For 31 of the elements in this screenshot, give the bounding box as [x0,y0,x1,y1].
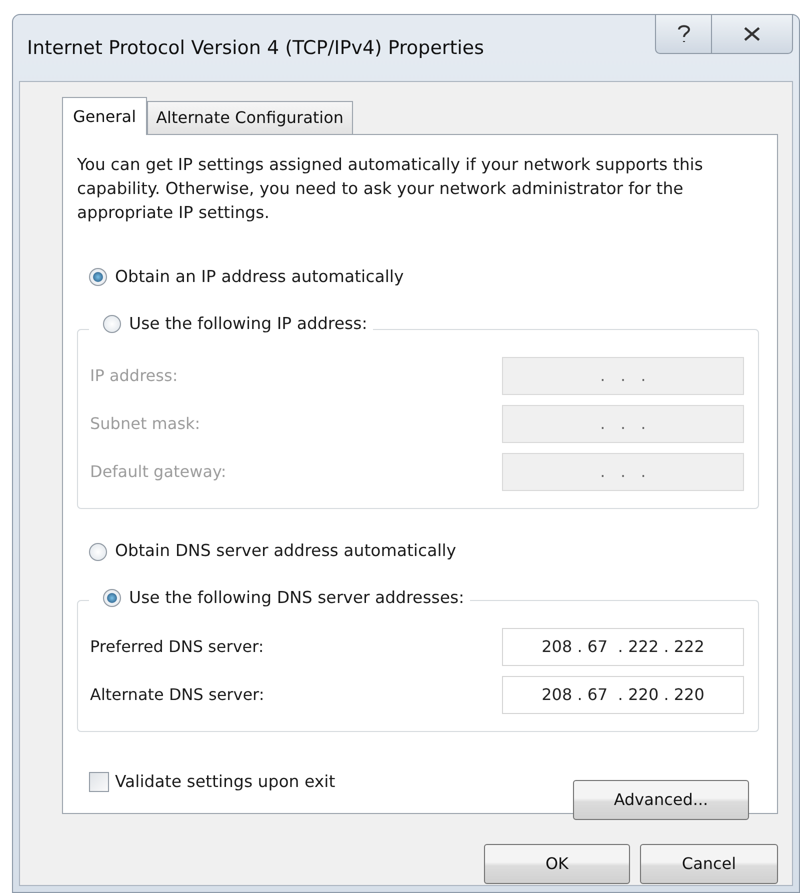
cancel-button[interactable]: Cancel [640,844,778,884]
field-label: IP address: [90,365,178,388]
help-button[interactable] [655,14,711,54]
radio-label: Obtain DNS server address automatically [115,540,456,562]
tab[interactable]: Alternate Configuration [147,101,353,134]
radio-button[interactable] [89,268,107,286]
field-label: Preferred DNS server: [90,636,264,658]
ip-address-field[interactable]: 208 . 67 . 220 . 220 [502,676,744,714]
radio-label: Use the following IP address: [129,312,368,335]
window-title: Internet Protocol Version 4 (TCP/IPv4) Properties [27,36,484,61]
radio-button[interactable] [103,315,121,334]
close-button[interactable] [711,14,793,54]
radio-label: Obtain an IP address automatically [115,266,404,288]
question-mark-icon [676,23,692,45]
radio-button[interactable] [89,542,107,560]
ip-address-field: . . . [502,405,744,444]
checkbox-label: Validate settings upon exit [115,770,336,793]
description-text: You can get IP settings assigned automatically if your network supports this capability. Otherwise, you need to ask your network administrator for the appropriate IP settings. [77,154,704,224]
advanced-button[interactable]: Advanced... [573,780,749,820]
radio-button[interactable] [103,589,121,608]
field-label: Subnet mask: [90,413,200,436]
ip-address-field: . . . [502,357,744,396]
field-label: Default gateway: [90,461,226,484]
radio-label: Use the following DNS server addresses: [129,586,464,609]
close-icon [742,26,762,42]
ip-address-field: . . . [502,453,744,492]
field-label: Alternate DNS server: [90,684,264,706]
ok-button[interactable]: OK [484,844,630,884]
checkbox[interactable] [89,772,109,792]
tab[interactable]: General [62,97,148,135]
ip-address-field[interactable]: 208 . 67 . 222 . 222 [502,628,744,666]
